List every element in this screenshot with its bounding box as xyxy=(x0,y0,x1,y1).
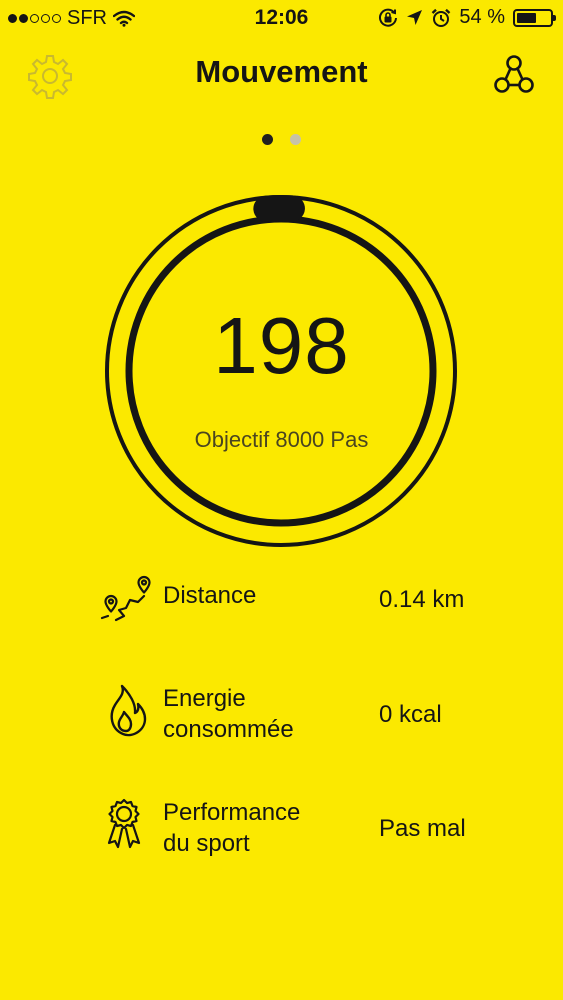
stat-value: 0 kcal xyxy=(379,701,442,728)
stat-value: Pas mal xyxy=(379,815,466,842)
stat-label: Energie consommée xyxy=(163,683,294,745)
stat-distance: Distance 0.14 km xyxy=(100,568,500,628)
step-count: 198 xyxy=(213,301,350,390)
page-dot-2 xyxy=(290,134,301,145)
stat-label-line-2: consommée xyxy=(163,716,294,743)
page-indicator[interactable] xyxy=(0,134,563,145)
battery-percentage: 54 % xyxy=(459,6,505,28)
orientation-lock-icon xyxy=(379,8,398,27)
location-arrow-icon xyxy=(407,10,423,25)
flame-icon xyxy=(110,684,147,737)
stat-label: Distance xyxy=(163,580,256,611)
stat-value: 0.14 km xyxy=(379,586,465,613)
stat-label: Performance du sport xyxy=(163,797,300,859)
header: Mouvement xyxy=(0,48,563,100)
step-goal: Objectif 8000 Pas xyxy=(194,427,369,452)
stat-label-line-1: Performance xyxy=(163,799,301,826)
medal-icon xyxy=(107,798,141,849)
status-right: 54 % xyxy=(378,6,556,29)
stat-label-line-2: du sport xyxy=(163,830,250,857)
alarm-clock-icon xyxy=(432,8,451,27)
battery-icon xyxy=(513,8,556,27)
progress-arc xyxy=(253,195,305,222)
stat-label-line-1: Energie xyxy=(163,685,246,712)
route-icon xyxy=(100,575,151,622)
stat-energy: Energie consommée 0 kcal xyxy=(100,683,500,745)
stat-label-line-1: Distance xyxy=(163,582,257,609)
share-icon[interactable] xyxy=(493,54,535,96)
page-dot-1[interactable] xyxy=(262,134,273,145)
status-bar: SFR 12:06 54 % xyxy=(0,0,563,36)
page-title: Mouvement xyxy=(195,54,368,89)
stat-performance: Performance du sport Pas mal xyxy=(100,797,500,861)
